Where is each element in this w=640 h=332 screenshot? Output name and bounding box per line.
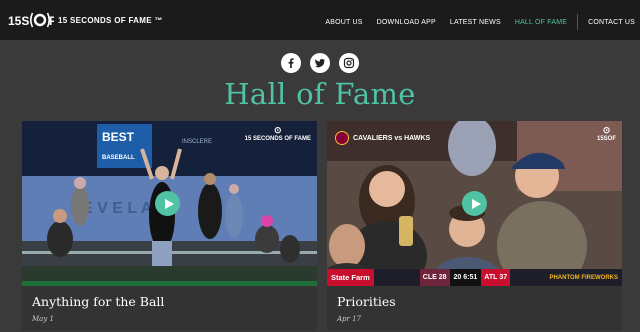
play-button[interactable] (462, 191, 487, 216)
video-thumbnail[interactable]: CAVALIERS vs HAWKS ⊙ 15SOF State Farm CL… (327, 121, 622, 286)
card-caption: Priorities Apr 17 (327, 286, 622, 331)
video-card[interactable]: CAVALIERS vs HAWKS ⊙ 15SOF State Farm CL… (327, 121, 622, 331)
brand-logo[interactable]: 15S F 15 SECONDS OF FAME ™ (8, 8, 163, 32)
top-nav: 15S F 15 SECONDS OF FAME ™ ABOUT US DOWN… (0, 0, 640, 40)
nav-divider (577, 14, 579, 30)
play-icon (471, 198, 481, 209)
matchup-tag: CAVALIERS vs HAWKS (335, 131, 430, 145)
video-watermark: ⊙ 15SOF (596, 125, 616, 142)
scene-sign-insclere: INSCLERE (182, 139, 212, 145)
scoreboard-away: ATL 37 (481, 269, 511, 286)
main-menu: ABOUT US DOWNLOAD APP LATEST NEWS HALL O… (311, 14, 635, 30)
instagram-icon[interactable] (339, 53, 359, 73)
nav-about-us[interactable]: ABOUT US (325, 19, 362, 26)
scoreboard-home: CLE 28 (419, 269, 450, 286)
nav-download-app[interactable]: DOWNLOAD APP (377, 19, 436, 26)
video-card[interactable]: BEST BASEBALL INSCLERE E V E L A N ⊙ 15 … (22, 121, 317, 331)
social-links (0, 53, 640, 73)
video-watermark: ⊙ 15 SECONDS OF FAME (244, 125, 311, 142)
card-title[interactable]: Priorities (337, 294, 396, 309)
card-caption: Anything for the Ball May 1 (22, 286, 317, 331)
video-thumbnail[interactable]: BEST BASEBALL INSCLERE E V E L A N ⊙ 15 … (22, 121, 317, 286)
brand-name: 15 SECONDS OF FAME ™ (58, 15, 163, 25)
nav-hall-of-fame[interactable]: HALL OF FAME (515, 19, 567, 26)
nav-latest-news[interactable]: LATEST NEWS (450, 19, 501, 26)
play-button[interactable] (155, 191, 180, 216)
svg-text:F: F (49, 14, 54, 28)
page-title: Hall of Fame (224, 77, 416, 111)
card-date: May 1 (32, 315, 54, 323)
svg-text:15S: 15S (8, 14, 29, 28)
scoreboard: State Farm CLE 28 20 6:51 ATL 37 PHANTOM… (327, 269, 622, 286)
scoreboard-clock: 20 6:51 (449, 269, 482, 286)
scene-sign-baseball: BASEBALL (102, 155, 135, 161)
facebook-icon[interactable] (281, 53, 301, 73)
scoreboard-sponsor: State Farm (327, 269, 374, 286)
scoreboard-partner: PHANTOM FIREWORKS (549, 274, 618, 281)
card-title[interactable]: Anything for the Ball (32, 294, 164, 309)
scene-sign-best: BEST (102, 130, 135, 144)
cavaliers-logo-icon (335, 131, 349, 145)
play-icon (164, 198, 174, 209)
card-date: Apr 17 (337, 315, 362, 323)
twitter-icon[interactable] (310, 53, 330, 73)
logo-mark: 15S F (8, 12, 54, 28)
nav-contact-us[interactable]: CONTACT US (588, 19, 635, 26)
